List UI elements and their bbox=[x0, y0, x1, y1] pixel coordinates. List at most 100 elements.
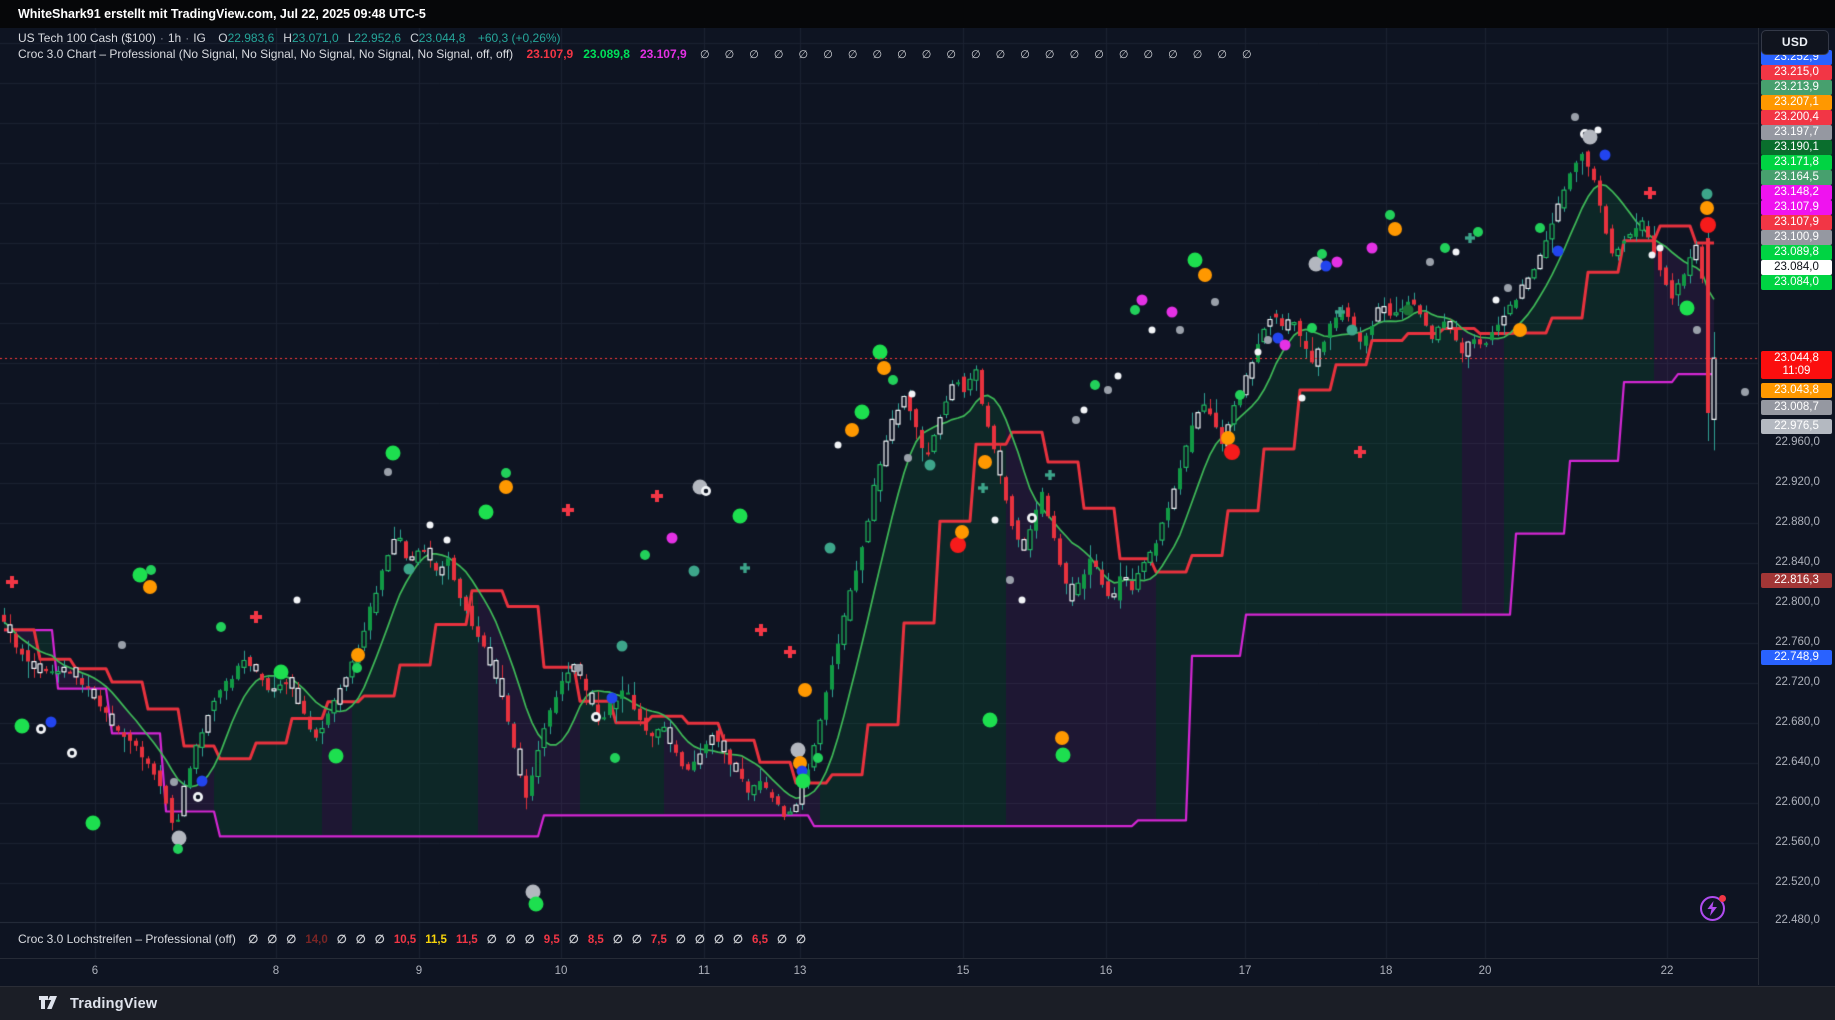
ohlc-values: O22.983,6H23.071,0L22.952,6C23.044,8 bbox=[209, 31, 465, 45]
price-label: 23.148,2 bbox=[1761, 185, 1832, 200]
lochstreifen-value: ∅ bbox=[695, 934, 705, 946]
time-tick: 20 bbox=[1479, 965, 1492, 977]
symbol-name[interactable]: US Tech 100 Cash ($100) bbox=[18, 31, 156, 45]
time-tick: 16 bbox=[1100, 965, 1113, 977]
price-label: 23.084,0 bbox=[1761, 275, 1832, 290]
ohlc-key: C bbox=[410, 31, 419, 45]
price-tick: 22.560,0 bbox=[1759, 836, 1835, 848]
lochstreifen-value: 14,0 bbox=[305, 934, 327, 946]
price-label: 23.215,0 bbox=[1761, 65, 1832, 80]
time-tick: 17 bbox=[1239, 965, 1252, 977]
price-label: 23.008,7 bbox=[1761, 400, 1832, 415]
broker-label[interactable]: IG bbox=[193, 31, 206, 45]
lochstreifen-value: ∅ bbox=[525, 934, 535, 946]
lochstreifen-value: ∅ bbox=[569, 934, 579, 946]
price-label: 23.089,8 bbox=[1761, 245, 1832, 260]
time-tick: 15 bbox=[957, 965, 970, 977]
time-tick: 18 bbox=[1380, 965, 1393, 977]
attribution-text: WhiteShark91 erstellt mit TradingView.co… bbox=[18, 7, 426, 21]
price-label: 23.171,8 bbox=[1761, 155, 1832, 170]
price-label: 22.816,3 bbox=[1761, 573, 1832, 588]
price-label: 22.976,5 bbox=[1761, 419, 1832, 434]
price-tick: 22.840,0 bbox=[1759, 556, 1835, 568]
indicator-value: 23.089,8 bbox=[583, 47, 630, 61]
price-label: 23.207,1 bbox=[1761, 95, 1832, 110]
lochstreifen-value: ∅ bbox=[632, 934, 642, 946]
lochstreifen-value: 6,5 bbox=[752, 934, 768, 946]
lochstreifen-value: ∅ bbox=[506, 934, 516, 946]
flash-notification-icon[interactable] bbox=[1700, 896, 1725, 921]
price-chart-canvas[interactable] bbox=[0, 28, 1758, 958]
time-axis[interactable]: 689101113151617182022 bbox=[0, 958, 1758, 987]
time-tick: 8 bbox=[273, 965, 279, 977]
price-label: 23.043,8 bbox=[1761, 383, 1832, 398]
legend-separator: · bbox=[185, 31, 189, 45]
lochstreifen-value: ∅ bbox=[356, 934, 366, 946]
currency-button[interactable]: USD bbox=[1761, 30, 1829, 55]
lightning-bolt-icon bbox=[1706, 901, 1719, 916]
lochstreifen-value: ∅ bbox=[676, 934, 686, 946]
indicator-empty-values: ∅ ∅ ∅ ∅ ∅ ∅ ∅ ∅ ∅ ∅ ∅ ∅ ∅ ∅ ∅ ∅ ∅ ∅ ∅ ∅ … bbox=[700, 49, 1258, 61]
price-label: 23.107,9 bbox=[1761, 200, 1832, 215]
lochstreifen-value: 11,5 bbox=[456, 934, 478, 946]
time-tick: 6 bbox=[92, 965, 98, 977]
indicator-title[interactable]: Croc 3.0 Chart – Professional (No Signal… bbox=[18, 47, 513, 61]
attribution-bar: WhiteShark91 erstellt mit TradingView.co… bbox=[0, 0, 1835, 28]
price-tick: 22.760,0 bbox=[1759, 636, 1835, 648]
lochstreifen-value: ∅ bbox=[733, 934, 743, 946]
lochstreifen-value: ∅ bbox=[375, 934, 385, 946]
indicator-value: 23.107,9 bbox=[640, 47, 687, 61]
currency-label: USD bbox=[1782, 35, 1808, 49]
symbol-legend[interactable]: US Tech 100 Cash ($100)·1h·IG O22.983,6H… bbox=[18, 31, 561, 45]
tradingview-brand-text: TradingView bbox=[70, 996, 157, 1012]
price-tick: 22.880,0 bbox=[1759, 516, 1835, 528]
lochstreifen-value: 10,5 bbox=[394, 934, 416, 946]
price-label: 23.100,9 bbox=[1761, 230, 1832, 245]
lochstreifen-value: ∅ bbox=[337, 934, 347, 946]
price-label: 23.164,5 bbox=[1761, 170, 1832, 185]
price-label: 23.200,4 bbox=[1761, 110, 1832, 125]
tradingview-published-chart: { "top_bar": {"text": "WhiteShark91 erst… bbox=[0, 0, 1835, 1019]
price-label: 23.084,0 bbox=[1761, 260, 1832, 275]
price-tick: 22.480,0 bbox=[1759, 914, 1835, 926]
indicator-title[interactable]: Croc 3.0 Lochstreifen – Professional (of… bbox=[18, 932, 236, 946]
price-tick: 22.640,0 bbox=[1759, 756, 1835, 768]
time-tick: 13 bbox=[794, 965, 807, 977]
ohlc-value: 23.044,8 bbox=[419, 31, 466, 45]
lochstreifen-value: ∅ bbox=[248, 934, 258, 946]
lochstreifen-value: ∅ bbox=[613, 934, 623, 946]
time-tick: 10 bbox=[555, 965, 568, 977]
price-label: 23.213,9 bbox=[1761, 80, 1832, 95]
pane-separator[interactable] bbox=[0, 922, 1758, 923]
lochstreifen-value: 9,5 bbox=[544, 934, 560, 946]
price-tick: 22.960,0 bbox=[1759, 436, 1835, 448]
lochstreifen-value: ∅ bbox=[267, 934, 277, 946]
notification-dot bbox=[1719, 895, 1726, 902]
price-label: 23.107,9 bbox=[1761, 215, 1832, 230]
lochstreifen-value: 8,5 bbox=[588, 934, 604, 946]
interval-label[interactable]: 1h bbox=[168, 31, 181, 45]
ohlc-key: H bbox=[283, 31, 292, 45]
price-tick: 22.600,0 bbox=[1759, 796, 1835, 808]
indicator-values: ∅ ∅ ∅ 14,0 ∅ ∅ ∅ 10,5 11,5 11,5 ∅ ∅ ∅ 9,5 ∅ 8,5 ∅ ∅ 7,5 ∅ ∅ ∅… bbox=[239, 932, 806, 946]
price-scale[interactable]: 23.252,923.215,023.213,923.207,123.200,4… bbox=[1758, 28, 1835, 985]
footer-bar: TradingView bbox=[0, 986, 1835, 1020]
change-value: +60,3 (+0,26%) bbox=[478, 31, 561, 45]
price-label: 23.190,1 bbox=[1761, 140, 1832, 155]
ohlc-value: 23.071,0 bbox=[292, 31, 339, 45]
lochstreifen-value: 11,5 bbox=[425, 934, 447, 946]
ohlc-value: 22.983,6 bbox=[228, 31, 275, 45]
indicator-values: 23.107,9 23.089,8 23.107,9 bbox=[517, 47, 687, 61]
lochstreifen-value: ∅ bbox=[796, 934, 806, 946]
price-label: 23.044,811:09 bbox=[1761, 351, 1832, 379]
indicator-legend-lochstreifen[interactable]: Croc 3.0 Lochstreifen – Professional (of… bbox=[18, 932, 806, 946]
tradingview-logo[interactable]: TradingView bbox=[38, 995, 157, 1013]
ohlc-value: 22.952,6 bbox=[354, 31, 401, 45]
lochstreifen-value: ∅ bbox=[487, 934, 497, 946]
time-tick: 22 bbox=[1661, 965, 1674, 977]
indicator-legend-croc-chart[interactable]: Croc 3.0 Chart – Professional (No Signal… bbox=[18, 47, 1258, 61]
indicator-value: 23.107,9 bbox=[527, 47, 574, 61]
time-tick: 9 bbox=[416, 965, 422, 977]
lochstreifen-value: 7,5 bbox=[651, 934, 667, 946]
lochstreifen-value: ∅ bbox=[286, 934, 296, 946]
